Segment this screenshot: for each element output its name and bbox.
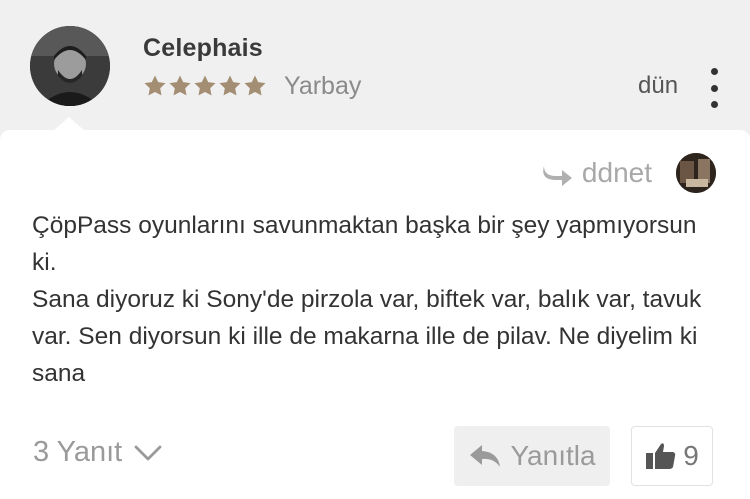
reply-to-avatar[interactable] — [676, 153, 716, 193]
more-vertical-icon[interactable] — [700, 68, 728, 108]
reply-button-label: Yanıtla — [510, 440, 596, 471]
reply-button[interactable]: Yanıtla — [454, 426, 610, 486]
rank-stars — [143, 74, 267, 100]
star-icon — [244, 75, 266, 96]
reply-to[interactable]: ddnet — [542, 157, 652, 189]
comment-header: Celephais Yarbay dün — [0, 0, 750, 130]
star-icon — [169, 75, 191, 96]
comment-body: ÇöpPass oyunlarını savunmaktan başka bir… — [32, 207, 722, 392]
comment-body-line: Sana diyoruz ki Sony'de pirzola var, bif… — [32, 286, 702, 387]
star-icon — [219, 75, 241, 96]
replies-toggle[interactable]: 3 Yanıt — [33, 436, 162, 469]
star-icon — [194, 75, 216, 96]
avatar[interactable] — [30, 26, 110, 106]
star-icon — [144, 75, 166, 96]
user-rank: Yarbay — [284, 72, 362, 100]
card-pointer — [53, 117, 85, 131]
timestamp: dün — [638, 72, 679, 99]
replies-label: 3 Yanıt — [33, 436, 123, 468]
chevron-down-icon — [134, 445, 162, 460]
reply-arrow-icon — [543, 166, 572, 186]
like-count: 9 — [683, 440, 699, 471]
username[interactable]: Celephais — [143, 34, 263, 63]
reply-to-username: ddnet — [581, 157, 652, 188]
like-button[interactable]: 9 — [631, 426, 713, 486]
reply-arrow-icon — [470, 445, 501, 467]
thumbs-up-icon — [646, 443, 676, 469]
comment-body-line: ÇöpPass oyunlarını savunmaktan başka bir… — [32, 212, 697, 276]
